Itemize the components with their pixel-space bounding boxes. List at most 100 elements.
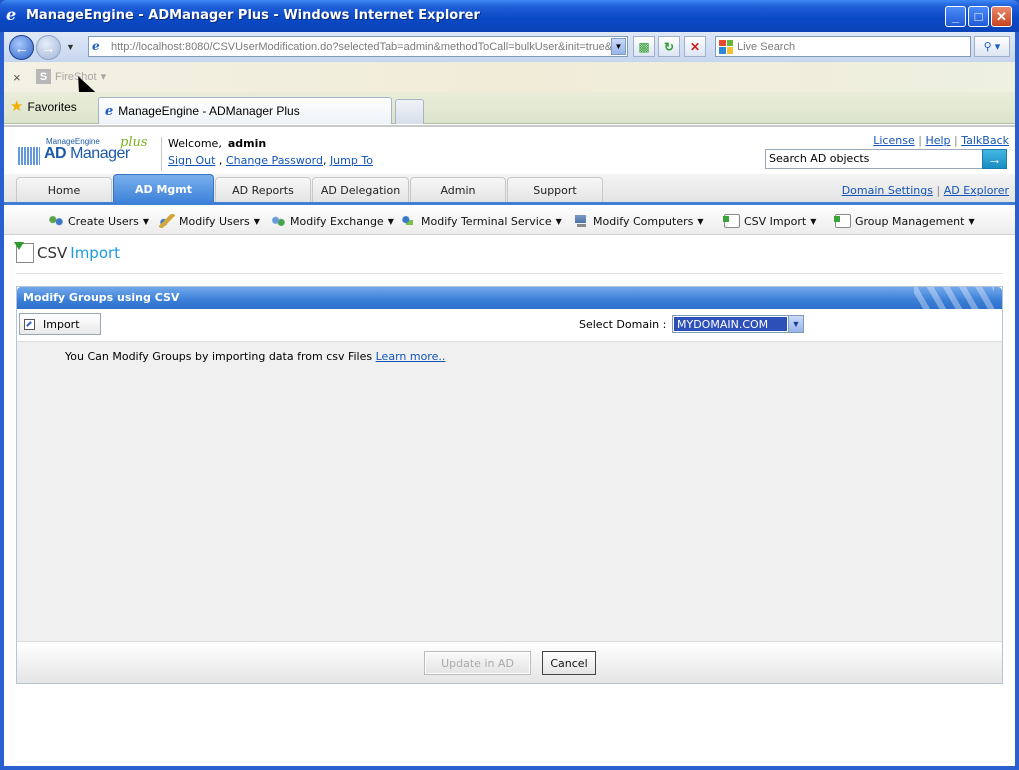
address-path: :8080/CSVUserModification.do?selectedTab…	[181, 40, 611, 53]
search-go-button[interactable]: ⚲ ▾	[974, 36, 1010, 57]
close-window-button[interactable]: ✕	[991, 6, 1012, 27]
menu-group-management[interactable]: Group Management ▼	[834, 214, 975, 228]
menu-modify-computers[interactable]: Modify Computers ▼	[573, 214, 704, 228]
menu-create-users[interactable]: Create Users ▼	[48, 214, 149, 228]
ie-logo-icon: e	[6, 5, 17, 24]
menu-csv-import-label: CSV Import	[744, 214, 807, 228]
jump-to-link[interactable]: Jump To	[330, 154, 373, 167]
chevron-down-icon: ▼	[810, 216, 817, 226]
logo-divider	[161, 137, 162, 171]
magnifier-icon: ⚲ ▾	[983, 41, 1001, 53]
forward-button[interactable]: →	[36, 35, 61, 60]
stop-icon[interactable]: ✕	[684, 36, 706, 57]
license-link[interactable]: License	[873, 134, 914, 147]
import-label: Import	[43, 317, 80, 331]
address-bar[interactable]: e http://localhost:8080/CSVUserModificat…	[88, 36, 628, 57]
live-search-box[interactable]: Live Search	[715, 36, 971, 57]
favorites-button[interactable]: ★ Favorites	[10, 99, 77, 114]
browser-tab-title: ManageEngine - ADManager Plus	[118, 104, 300, 118]
chevron-down-icon[interactable]: ▼	[788, 316, 803, 332]
title-divider	[16, 273, 1003, 274]
import-icon	[24, 318, 35, 330]
ad-search-input[interactable]: Search AD objects	[765, 149, 985, 169]
menu-modify-terminal-service[interactable]: Modify Terminal Service ▼	[401, 214, 562, 228]
tab-links: Domain Settings | AD Explorer	[841, 184, 1009, 197]
modify-users-icon	[159, 214, 175, 228]
browser-tab-row: ★ Favorites e ManageEngine - ADManager P…	[4, 92, 1015, 124]
logo-product: AD Manager	[44, 145, 130, 163]
live-search-placeholder: Live Search	[737, 40, 796, 53]
menu-csv-import[interactable]: CSV Import ▼	[723, 214, 817, 228]
tab-ad-delegation[interactable]: AD Delegation	[312, 177, 409, 203]
minimize-button[interactable]: _	[945, 6, 966, 27]
menu-modify-computers-label: Modify Computers	[593, 214, 694, 228]
address-host: http://localhost	[111, 40, 182, 53]
logo-ad: AD	[44, 145, 67, 162]
sign-out-link[interactable]: Sign Out	[168, 154, 215, 167]
tab-ad-reports[interactable]: AD Reports	[215, 177, 311, 203]
menu-group-management-label: Group Management	[855, 214, 965, 228]
chevron-down-icon: ▼	[387, 216, 394, 226]
domain-select[interactable]: MYDOMAIN.COM ▼	[672, 315, 804, 333]
windows-flag-icon	[719, 39, 733, 54]
domain-settings-link[interactable]: Domain Settings	[842, 184, 933, 197]
fireshot-dropdown-icon: ▾	[100, 71, 107, 83]
menu-modify-exchange-label: Modify Exchange	[290, 214, 384, 228]
arrow-right-icon: →	[987, 151, 1002, 167]
forward-arrow-icon: →	[41, 39, 56, 56]
close-toolbar-icon[interactable]: ×	[13, 70, 21, 85]
select-domain-label: Select Domain :	[579, 318, 667, 331]
maximize-button[interactable]: □	[968, 6, 989, 27]
history-dropdown-icon[interactable]: ▼	[66, 42, 75, 52]
back-button[interactable]: ←	[9, 35, 34, 60]
domain-select-value: MYDOMAIN.COM	[674, 317, 787, 331]
ie-tab-icon: e	[105, 103, 114, 119]
chevron-down-icon: ▼	[253, 216, 260, 226]
modify-groups-panel: Modify Groups using CSV Import Select Do…	[16, 286, 1003, 684]
menu-modify-users[interactable]: Modify Users ▼	[159, 214, 260, 228]
menu-modify-terminal-service-label: Modify Terminal Service	[421, 214, 552, 228]
new-tab-button[interactable]	[395, 99, 424, 124]
page-icon: e	[92, 38, 100, 53]
learn-more-link[interactable]: Learn more..	[376, 350, 446, 363]
top-links: License | Help | TalkBack	[873, 134, 1009, 147]
address-dropdown-icon[interactable]: ▼	[611, 38, 626, 55]
page-title: CSV Import	[14, 242, 120, 263]
browser-client-area: ← → ▼ e http://localhost:8080/CSVUserMod…	[4, 32, 1015, 766]
terminal-service-icon	[401, 214, 417, 228]
tab-admin[interactable]: Admin	[410, 177, 506, 203]
update-in-ad-button[interactable]: Update in AD	[424, 651, 531, 675]
tab-home[interactable]: Home	[16, 177, 112, 203]
info-text: You Can Modify Groups by importing data …	[65, 350, 373, 363]
welcome-label: Welcome,	[168, 137, 222, 150]
admanager-logo[interactable]: ManageEngine AD Manager plus	[18, 135, 158, 167]
username: admin	[227, 137, 267, 150]
window-titlebar[interactable]: e ManageEngine - ADManager Plus - Window…	[0, 0, 1019, 32]
menu-modify-users-label: Modify Users	[179, 214, 250, 228]
ad-explorer-link[interactable]: AD Explorer	[944, 184, 1009, 197]
chevron-down-icon: ▼	[555, 216, 562, 226]
tab-support[interactable]: Support	[507, 177, 603, 203]
address-text[interactable]: http://localhost:8080/CSVUserModificatio…	[111, 41, 611, 53]
panel-title: Modify Groups using CSV	[17, 287, 1002, 309]
change-password-link[interactable]: Change Password	[226, 154, 323, 167]
favorites-label: Favorites	[27, 100, 77, 114]
cancel-button[interactable]: Cancel	[542, 651, 596, 675]
tab-ad-mgmt[interactable]: AD Mgmt	[113, 174, 214, 204]
main-tabs: Home AD Mgmt AD Reports AD Delegation Ad…	[4, 174, 1015, 204]
ad-search-go-button[interactable]: →	[982, 149, 1007, 169]
help-link[interactable]: Help	[925, 134, 950, 147]
menu-modify-exchange[interactable]: Modify Exchange ▼	[270, 214, 394, 228]
panel-body: You Can Modify Groups by importing data …	[17, 341, 1002, 641]
menu-create-users-label: Create Users	[68, 214, 139, 228]
browser-tab-active[interactable]: e ManageEngine - ADManager Plus	[98, 97, 392, 124]
compatibility-view-icon[interactable]: ▩	[633, 36, 655, 57]
logo-plus: plus	[120, 135, 148, 150]
csv-import-icon	[723, 214, 740, 228]
import-button[interactable]: Import	[19, 313, 101, 335]
browser-window: e ManageEngine - ADManager Plus - Window…	[0, 0, 1019, 770]
refresh-icon[interactable]: ↻	[658, 36, 680, 57]
talkback-link[interactable]: TalkBack	[961, 134, 1009, 147]
group-management-icon	[834, 214, 851, 228]
computer-icon	[573, 214, 589, 228]
